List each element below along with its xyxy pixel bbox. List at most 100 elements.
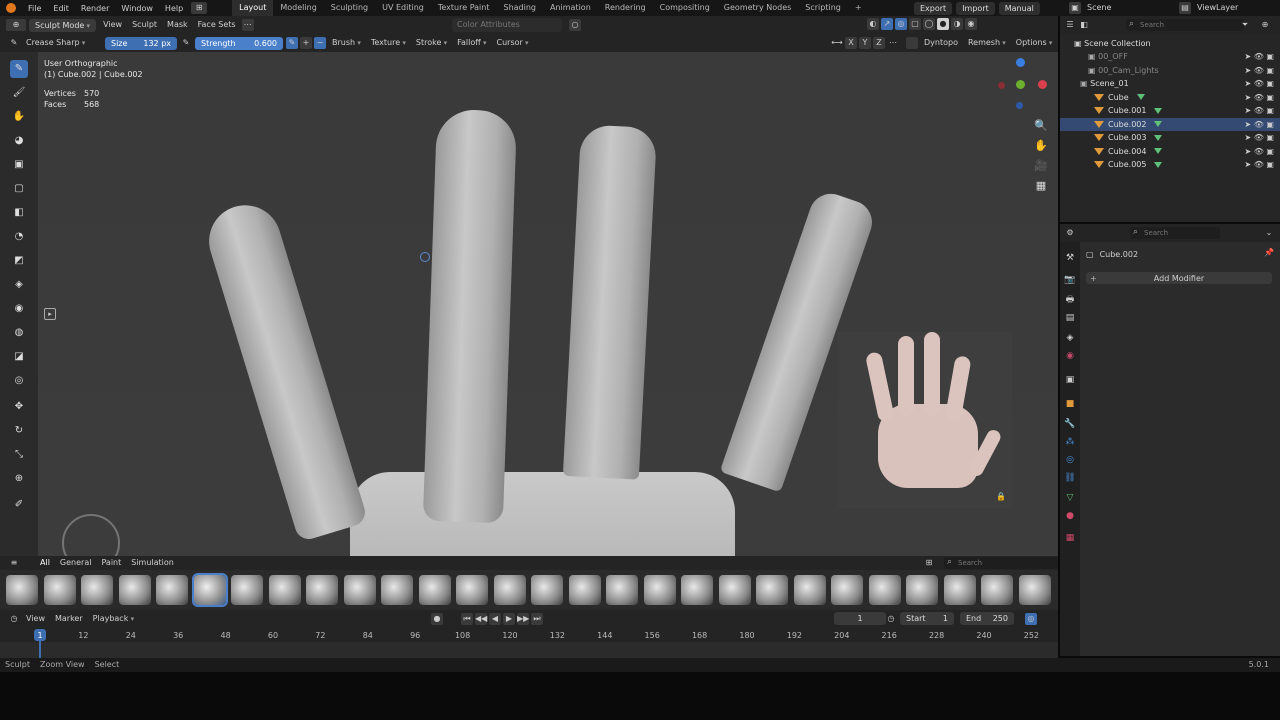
outliner-object-row[interactable]: Cube.002 ➤ 👁 ▣ (1060, 117, 1280, 131)
end-frame-field[interactable]: End 250 (960, 612, 1014, 625)
collection-tab-icon[interactable]: ▣ (1064, 374, 1076, 386)
output-tab-icon[interactable]: 🖶 (1064, 294, 1076, 306)
mode-selector[interactable]: Sculpt Mode (29, 18, 97, 32)
workspace-tab-compositing[interactable]: Compositing (653, 0, 717, 16)
texture-menu[interactable]: Texture (366, 36, 411, 50)
mesh-filter-tool-icon[interactable]: ◈ (10, 276, 28, 294)
data-tab-icon[interactable]: ▽ (1064, 492, 1076, 504)
gizmo-z-axis-icon[interactable] (1016, 58, 1025, 67)
workspace-tab-texture-paint[interactable]: Texture Paint (431, 0, 497, 16)
visibility-toggles-icon[interactable]: ➤ 👁 ▣ (1244, 77, 1274, 90)
brush-thumbnail[interactable] (606, 575, 638, 605)
direction-add-icon[interactable]: + (300, 37, 312, 49)
particles-tab-icon[interactable]: ⁂ (1064, 436, 1076, 448)
add-modifier-button[interactable]: + Add Modifier (1086, 272, 1272, 284)
brush-thumbnail[interactable] (156, 575, 188, 605)
transform-tool-icon[interactable]: ⊕ (10, 470, 28, 488)
gizmo-y-axis-icon[interactable] (1016, 80, 1025, 89)
shading-wire-icon[interactable]: ◯ (923, 18, 935, 30)
brush-thumbnail[interactable] (718, 575, 751, 605)
menu-help[interactable]: Help (159, 4, 189, 13)
brush-thumbnail[interactable] (268, 575, 301, 605)
scene-selector[interactable]: Scene (1082, 1, 1116, 15)
brush-thumbnail[interactable] (231, 575, 263, 605)
constraints-tab-icon[interactable]: ⛓ (1064, 472, 1076, 484)
options-menu[interactable]: Options (1011, 36, 1058, 50)
line-project-tool-icon[interactable]: ◩ (10, 252, 28, 270)
falloff-menu[interactable]: Falloff (452, 36, 491, 50)
properties-editor-icon[interactable]: ⚙ (1064, 227, 1076, 239)
pan-hand-icon[interactable]: ✋ (1032, 136, 1050, 156)
paint-tool-icon[interactable]: 🖌 (10, 84, 28, 102)
annotate-tool-icon[interactable]: ✐ (10, 496, 28, 514)
brush-thumbnail[interactable] (868, 575, 901, 605)
workspace-tab-shading[interactable]: Shading (496, 0, 543, 16)
view-layer-selector[interactable]: ViewLayer (1192, 1, 1243, 15)
brush-thumbnail[interactable] (118, 575, 151, 605)
scene-collection-row[interactable]: ▣ Scene Collection (1060, 37, 1280, 50)
menu-file[interactable]: File (22, 4, 47, 13)
world-tab-icon[interactable]: ◉ (1064, 350, 1076, 362)
visibility-toggles-icon[interactable]: ➤ 👁 ▣ (1244, 91, 1274, 104)
color-attributes-dropdown[interactable]: Color Attributes (452, 18, 525, 32)
current-frame-field[interactable]: 1 (834, 612, 886, 625)
size-field[interactable]: Size 132 px (105, 36, 177, 50)
view-menu[interactable]: View (98, 18, 127, 32)
properties-search-input[interactable]: Search (1130, 226, 1220, 239)
visibility-toggles-icon[interactable]: ➤ 👁 ▣ (1244, 104, 1274, 117)
scene-tab-icon[interactable]: ◈ (1064, 332, 1076, 344)
visibility-toggles-icon[interactable]: ➤ 👁 ▣ (1244, 64, 1274, 77)
gizmo-x-axis-icon[interactable] (1038, 80, 1047, 89)
modifier-tab-icon[interactable]: 🔧 (1064, 418, 1076, 430)
brush-thumbnail[interactable] (831, 575, 863, 605)
timeline-playback-menu[interactable]: Playback (88, 612, 139, 626)
gizmo-icon[interactable]: ↗ (881, 18, 893, 30)
color-filter-tool-icon[interactable]: ◍ (10, 324, 28, 342)
mesh-data-icon[interactable] (1154, 107, 1163, 114)
strength-pressure-icon[interactable]: ✎ (286, 37, 298, 49)
3d-viewport[interactable]: User Orthographic (1) Cube.002 | Cube.00… (38, 52, 1058, 556)
gizmo-neg-z-icon[interactable] (1016, 102, 1023, 109)
brush-thumbnail[interactable] (456, 575, 488, 605)
workspace-tab-geometry-nodes[interactable]: Geometry Nodes (717, 0, 798, 16)
brush-selector[interactable]: Crease Sharp (21, 36, 103, 50)
play-reverse-icon[interactable]: ◀ (489, 613, 501, 625)
material-tab-icon[interactable]: ● (1064, 510, 1076, 522)
box-face-set-tool-icon[interactable]: ◧ (10, 204, 28, 222)
outliner-object-row[interactable]: Cube.004 ➤ 👁 ▣ (1060, 145, 1280, 158)
dyntopo-label[interactable]: Dyntopo (919, 36, 963, 50)
shelf-menu-icon[interactable]: ≡ (8, 557, 20, 569)
outliner-object-row[interactable]: Cube.001 ➤ 👁 ▣ (1060, 104, 1280, 117)
sculpt-menu[interactable]: Sculpt (127, 18, 162, 32)
brush-thumbnail[interactable] (981, 575, 1013, 605)
pin-icon[interactable]: 📌 (1264, 248, 1274, 257)
box-hide-tool-icon[interactable]: ▢ (10, 180, 28, 198)
brush-thumbnail[interactable] (81, 575, 113, 605)
snap-icon[interactable]: ○ (569, 19, 581, 31)
workspace-tab-rendering[interactable]: Rendering (598, 0, 653, 16)
mesh-data-icon[interactable] (1154, 148, 1163, 154)
texture-tab-icon[interactable]: ▦ (1064, 532, 1076, 544)
brush-thumbnail[interactable] (418, 575, 451, 605)
shading-solid-icon[interactable]: ● (937, 18, 949, 30)
timeline-editor-icon[interactable]: ◷ (8, 613, 20, 625)
brush-thumbnail[interactable] (943, 575, 976, 605)
mask-by-color-tool-icon[interactable]: ◎ (10, 372, 28, 390)
visibility-toggles-icon[interactable]: ➤ 👁 ▣ (1244, 50, 1274, 63)
trim-tool-icon[interactable]: ◔ (10, 228, 28, 246)
outliner-display-icon[interactable]: ◧ (1078, 19, 1090, 31)
stroke-menu[interactable]: Stroke (411, 36, 452, 50)
shading-rendered-icon[interactable]: ◉ (965, 18, 977, 30)
menu-edit[interactable]: Edit (47, 4, 75, 13)
brush-thumbnail[interactable] (681, 575, 713, 605)
sidebar-toggle-icon[interactable]: ▸ (44, 308, 56, 320)
outliner-editor-icon[interactable]: ☰ (1064, 19, 1076, 31)
brush-menu[interactable]: Brush (327, 36, 366, 50)
tool-tab-icon[interactable]: ⚒ (1064, 252, 1076, 264)
shelf-display-icon[interactable]: ⊞ (923, 557, 935, 569)
workspace-tab-layout[interactable]: Layout (232, 0, 274, 16)
face-sets-menu[interactable]: Face Sets (193, 18, 241, 32)
object-tab-icon[interactable]: ■ (1064, 398, 1076, 410)
outliner-object-row[interactable]: Cube ➤ 👁 ▣ (1060, 91, 1280, 104)
scale-tool-icon[interactable]: ⤡ (10, 446, 28, 464)
